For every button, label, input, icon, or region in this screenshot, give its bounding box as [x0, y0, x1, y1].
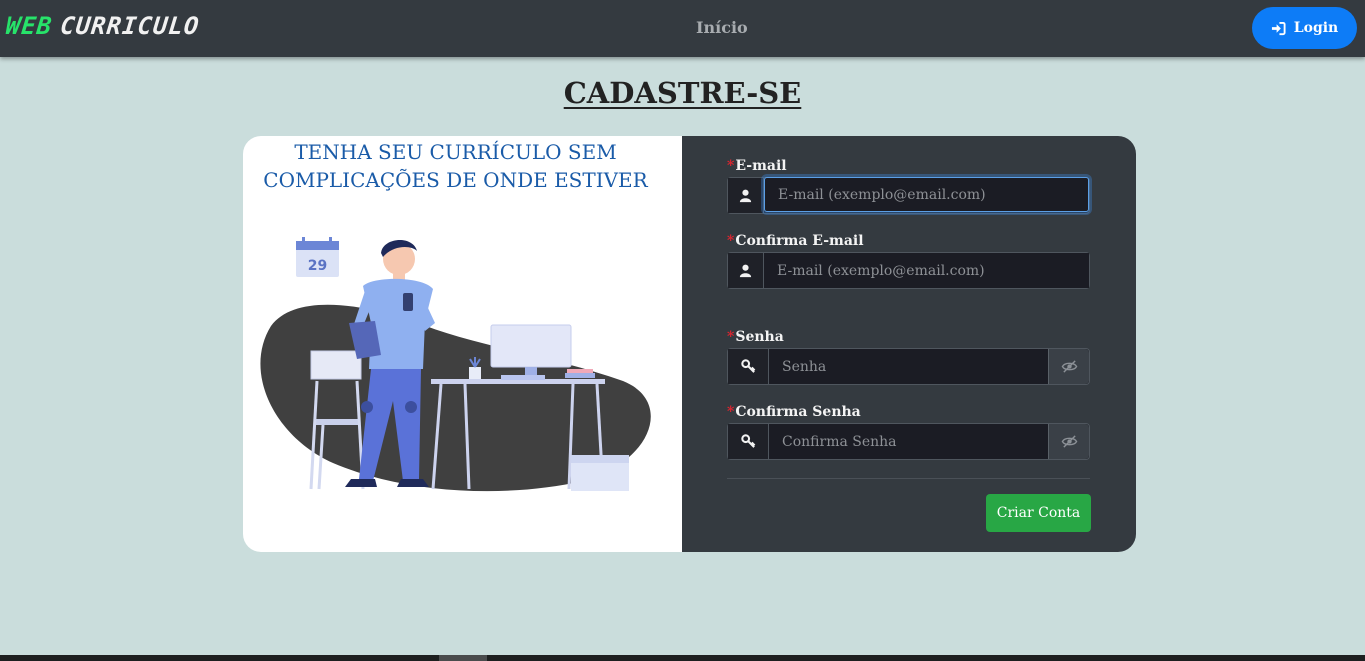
required-mark: * — [727, 329, 735, 345]
eye-slash-icon[interactable] — [1048, 349, 1089, 384]
login-button-label: Login — [1293, 20, 1339, 36]
password-input-group — [727, 348, 1090, 385]
email-input[interactable] — [764, 177, 1089, 212]
confirm-email-input[interactable] — [764, 253, 1089, 288]
brand-logo-part1: WEB — [4, 12, 54, 40]
confirm-email-label: *Confirma E-mail — [727, 233, 864, 249]
page-title: CADASTRE-SE — [0, 76, 1365, 110]
required-mark: * — [727, 233, 735, 249]
eye-slash-icon[interactable] — [1048, 424, 1089, 459]
required-mark: * — [727, 158, 735, 174]
user-icon — [728, 253, 764, 288]
calendar-day: 29 — [308, 258, 327, 274]
confirm-password-input-group — [727, 423, 1090, 460]
top-navbar: WEB CURRICULO Início Login — [0, 0, 1365, 57]
nav-link-home[interactable]: Início — [696, 18, 748, 37]
promo-panel: TENHA SEU CURRÍCULO SEM COMPLICAÇÕES DE … — [243, 136, 682, 552]
signup-form: *E-mail *Confirma E-mail *Senha — [682, 136, 1136, 552]
confirm-email-input-group — [727, 252, 1090, 289]
confirm-password-label: *Confirma Senha — [727, 404, 861, 420]
key-icon — [728, 424, 769, 459]
promo-tagline-line2: COMPLICAÇÕES DE ONDE ESTIVER — [263, 168, 648, 192]
email-label-text: E-mail — [735, 158, 787, 174]
form-divider — [727, 478, 1090, 479]
email-label: *E-mail — [727, 158, 787, 174]
brand-logo[interactable]: WEB CURRICULO — [5, 12, 201, 40]
sign-in-icon — [1271, 21, 1286, 35]
confirm-email-label-text: Confirma E-mail — [735, 233, 864, 249]
promo-tagline: TENHA SEU CURRÍCULO SEM COMPLICAÇÕES DE … — [243, 138, 668, 194]
create-account-button[interactable]: Criar Conta — [986, 494, 1091, 532]
signup-card: TENHA SEU CURRÍCULO SEM COMPLICAÇÕES DE … — [243, 136, 1136, 552]
calendar-icon: 29 — [296, 237, 339, 277]
promo-tagline-line1: TENHA SEU CURRÍCULO SEM — [294, 140, 617, 164]
brand-logo-part2: CURRICULO — [58, 12, 201, 40]
password-label: *Senha — [727, 329, 784, 345]
horizontal-scrollbar[interactable] — [0, 655, 1365, 661]
person-at-desk-illustration: 29 — [260, 237, 651, 492]
key-icon — [728, 349, 769, 384]
confirm-password-label-text: Confirma Senha — [735, 404, 861, 420]
page-title-text: CADASTRE-SE — [563, 76, 802, 110]
password-label-text: Senha — [735, 329, 784, 345]
login-button[interactable]: Login — [1252, 7, 1357, 49]
scrollbar-thumb[interactable] — [439, 655, 487, 661]
confirm-password-input[interactable] — [769, 424, 1048, 459]
email-input-group — [727, 177, 1090, 214]
password-input[interactable] — [769, 349, 1048, 384]
user-icon — [728, 178, 764, 213]
required-mark: * — [727, 404, 735, 420]
